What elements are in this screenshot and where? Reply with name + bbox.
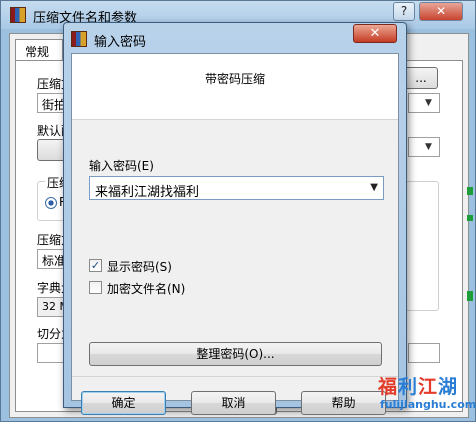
watermark-logo: 福利江湖: [378, 372, 458, 399]
watermark-char: 湖: [438, 376, 459, 398]
cancel-button[interactable]: 取消: [191, 391, 276, 415]
update-mode-dropdown[interactable]: ▼: [408, 137, 440, 157]
winrar-icon: [10, 7, 26, 23]
watermark-char: 利: [398, 376, 419, 398]
password-combobox[interactable]: 来福利江湖找福利 ▼: [89, 176, 384, 200]
checkbox-icon[interactable]: [89, 281, 102, 294]
dialog-client: 带密码压缩 输入密码(E) 来福利江湖找福利 ▼ ✓ 显示密码(S) 加密文件名…: [71, 53, 399, 415]
watermark-char: 江: [418, 376, 439, 398]
help-button[interactable]: 帮助: [301, 391, 386, 415]
format-radio[interactable]: [45, 197, 57, 209]
options-group: [405, 181, 439, 311]
progress-indicator: [467, 215, 473, 221]
archive-name-dropdown[interactable]: ▼: [408, 93, 440, 113]
organize-passwords-button[interactable]: 整理密码(O)...: [89, 342, 382, 366]
close-icon[interactable]: ✕: [419, 2, 463, 21]
split-unit-field[interactable]: [408, 343, 440, 363]
ok-button[interactable]: 确定: [81, 391, 166, 415]
winrar-icon: [71, 31, 87, 47]
help-icon[interactable]: ?: [393, 2, 415, 21]
password-input[interactable]: 来福利江湖找福利: [95, 181, 199, 200]
password-dialog: 输入密码 ✕ 带密码压缩 输入密码(E) 来福利江湖找福利 ▼ ✓ 显示密码(S…: [63, 22, 407, 415]
watermark-char: 福: [378, 376, 399, 398]
encrypt-filenames-label: 加密文件名(N): [107, 282, 186, 296]
show-password-label: 显示密码(S): [107, 260, 172, 274]
dialog-header: 带密码压缩: [72, 54, 398, 120]
browse-button[interactable]: ...: [404, 67, 438, 89]
close-icon[interactable]: ✕: [353, 24, 397, 43]
divider: [72, 376, 398, 377]
progress-indicator: [467, 291, 473, 301]
dialog-header-text: 带密码压缩: [204, 72, 265, 86]
password-label: 输入密码(E): [89, 159, 154, 173]
checkbox-icon[interactable]: ✓: [89, 259, 102, 272]
dialog-title: 输入密码: [94, 35, 147, 50]
chevron-down-icon: ▼: [425, 142, 432, 152]
tab-general[interactable]: 常规: [15, 39, 63, 61]
chevron-down-icon[interactable]: ▼: [370, 182, 378, 193]
chevron-down-icon: ▼: [425, 98, 432, 108]
watermark-url: fulijianghu.com: [380, 398, 476, 411]
dialog-title-bar[interactable]: 输入密码 ✕: [64, 23, 406, 53]
progress-indicator: [467, 187, 473, 195]
